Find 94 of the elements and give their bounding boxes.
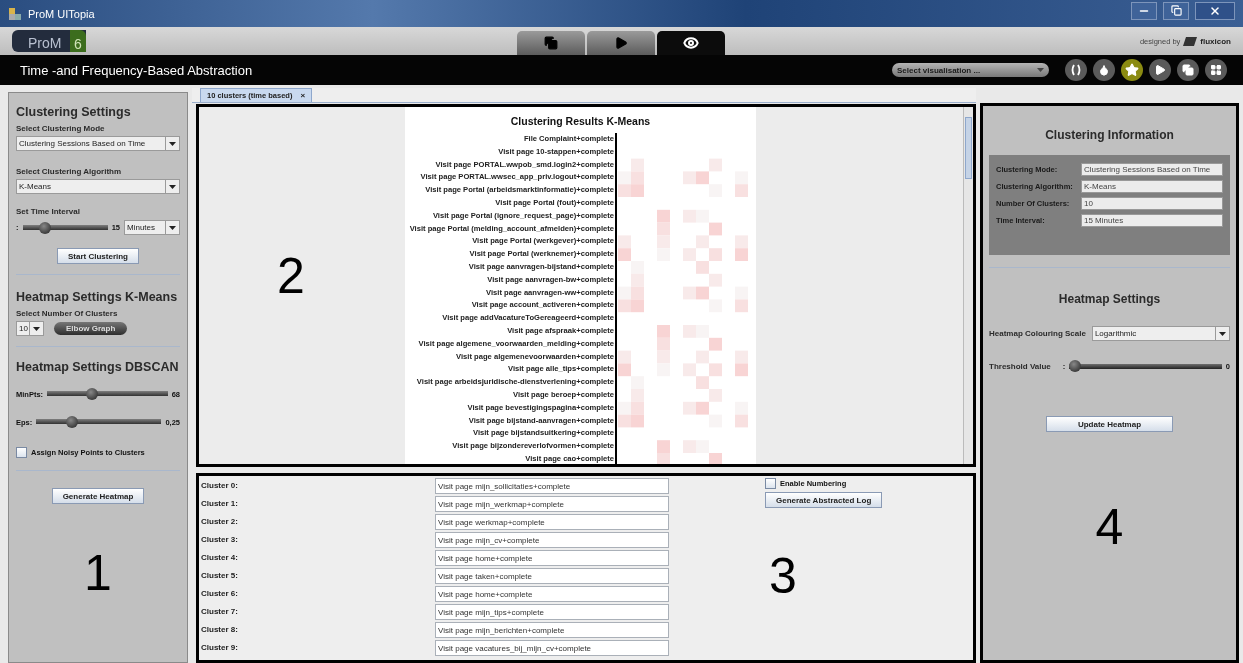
- restore-icon: [1170, 5, 1182, 16]
- restore-button[interactable]: [1163, 1, 1189, 20]
- page-title: Time -and Frequency-Based Abstraction: [20, 62, 254, 78]
- parentheses-icon: [1070, 64, 1082, 76]
- cluster-field[interactable]: Visit page home+complete: [435, 550, 669, 566]
- cluster-label: Cluster 9:: [201, 642, 239, 654]
- view-tab[interactable]: [657, 31, 725, 55]
- play-icon: [614, 36, 628, 50]
- cluster-label: Cluster 8:: [201, 624, 239, 636]
- eye-icon: [683, 35, 699, 51]
- info-field: 10: [1081, 197, 1223, 210]
- slider-thumb[interactable]: [86, 388, 99, 400]
- toolbar-button[interactable]: [1149, 59, 1171, 81]
- slider-thumb[interactable]: [65, 416, 78, 428]
- cluster-label: Cluster 7:: [201, 606, 239, 618]
- dropdown[interactable]: Minutes: [124, 220, 180, 235]
- scrollbar[interactable]: [963, 107, 973, 464]
- dropdown[interactable]: 10: [16, 321, 44, 336]
- cluster-label: Cluster 5:: [201, 570, 239, 582]
- toolbar-button[interactable]: [1093, 59, 1115, 81]
- info-field: 15 Minutes: [1081, 214, 1223, 227]
- slider-thumb[interactable]: [39, 221, 52, 234]
- dropdown[interactable]: K-Means: [16, 179, 180, 194]
- section-heading: Heatmap Settings: [1058, 292, 1161, 306]
- caret-icon: [169, 225, 176, 230]
- caret-icon: [1219, 331, 1226, 336]
- view-tab[interactable]: [517, 31, 585, 55]
- logo: ProM 6: [12, 30, 86, 52]
- update-heatmap-button[interactable]: Update Heatmap: [1046, 416, 1173, 432]
- flag-icon: [1183, 36, 1198, 46]
- copy-icon: [1182, 64, 1194, 76]
- info-field: K-Means: [1081, 180, 1223, 193]
- cluster-field[interactable]: Visit page home+complete: [435, 586, 669, 602]
- field-label: Set Time Interval: [16, 207, 81, 216]
- cluster-field[interactable]: Visit page mijn_tips+complete: [435, 604, 669, 620]
- section-heading: Heatmap Settings DBSCAN: [16, 360, 180, 374]
- cluster-label: Cluster 4:: [201, 552, 239, 564]
- star-icon: [1125, 63, 1139, 77]
- section-heading: Clustering Information: [1045, 128, 1174, 142]
- cluster-field[interactable]: Visit page vacatures_bij_mijn_cv+complete: [435, 640, 669, 656]
- toolbar-button[interactable]: [1177, 59, 1199, 81]
- annotation-number: 2: [277, 251, 305, 302]
- cluster-field[interactable]: Visit page werkmap+complete: [435, 514, 669, 530]
- cluster-label: Cluster 6:: [201, 588, 239, 600]
- section-heading: Clustering Settings: [16, 105, 132, 119]
- slider-thumb[interactable]: [1069, 360, 1082, 372]
- cluster-field[interactable]: Visit page mijn_sollicitaties+complete: [435, 478, 669, 494]
- chart-title: Clustering Results K-Means: [510, 115, 651, 127]
- generate-log-button[interactable]: Generate Abstracted Log: [765, 492, 883, 508]
- field-label: Select Clustering Mode: [16, 124, 106, 133]
- close-button[interactable]: [1195, 1, 1235, 20]
- field-label: Heatmap Colouring Scale: [989, 329, 1086, 338]
- generate-heatmap-button[interactable]: Generate Heatmap: [51, 488, 145, 504]
- info-field: Clustering Sessions Based on Time: [1081, 163, 1223, 176]
- cluster-label: Cluster 0:: [201, 480, 239, 492]
- grid-icon: [1210, 64, 1222, 76]
- app-icon: [8, 6, 22, 21]
- caret-icon: [33, 326, 40, 331]
- field-label: Select Number Of Clusters: [16, 309, 119, 318]
- cluster-label: Cluster 2:: [201, 516, 239, 528]
- annotation-number: 3: [769, 551, 797, 601]
- minimize-button[interactable]: [1131, 1, 1157, 20]
- dropdown[interactable]: Logarithmic: [1091, 326, 1230, 341]
- section-heading: Heatmap Settings K-Means: [16, 290, 179, 304]
- elbow-graph-button[interactable]: Elbow Graph: [54, 322, 128, 335]
- start-clustering-button[interactable]: Start Clustering: [57, 248, 139, 264]
- caret-icon: [169, 141, 176, 146]
- window-title: ProM UITopia: [28, 7, 96, 20]
- tab-close[interactable]: ×: [300, 91, 306, 100]
- cluster-label: Cluster 3:: [201, 534, 239, 546]
- copy-icon: [544, 36, 558, 50]
- checkbox[interactable]: [16, 447, 27, 458]
- dropdown[interactable]: Clustering Sessions Based on Time: [16, 136, 180, 151]
- caret-icon: [169, 184, 176, 189]
- toolbar-button[interactable]: [1205, 59, 1227, 81]
- drop-icon: [1098, 64, 1110, 76]
- toolbar-button[interactable]: [1065, 59, 1087, 81]
- annotation-number: 4: [1095, 502, 1124, 552]
- cluster-field[interactable]: Visit page mijn_berichten+complete: [435, 622, 669, 638]
- annotation-number: 1: [84, 548, 112, 598]
- field-label: Select Clustering Algorithm: [16, 167, 123, 176]
- field-label: Threshold Value: [989, 361, 1051, 371]
- cluster-field[interactable]: Visit page taken+complete: [435, 568, 669, 584]
- brand-name: fluxicon: [1200, 36, 1231, 46]
- cluster-field[interactable]: Visit page mijn_werkmap+complete: [435, 496, 669, 512]
- play-icon: [1154, 64, 1166, 76]
- cluster-field[interactable]: Visit page mijn_cv+complete: [435, 532, 669, 548]
- view-tab[interactable]: [587, 31, 655, 55]
- toolbar-button[interactable]: [1121, 59, 1143, 81]
- visualisation-select[interactable]: Select visualisation ...: [892, 63, 1049, 77]
- close-icon: [1209, 4, 1221, 17]
- cluster-label: Cluster 1:: [201, 498, 239, 510]
- caret-icon: [1037, 68, 1044, 72]
- checkbox[interactable]: [765, 478, 776, 489]
